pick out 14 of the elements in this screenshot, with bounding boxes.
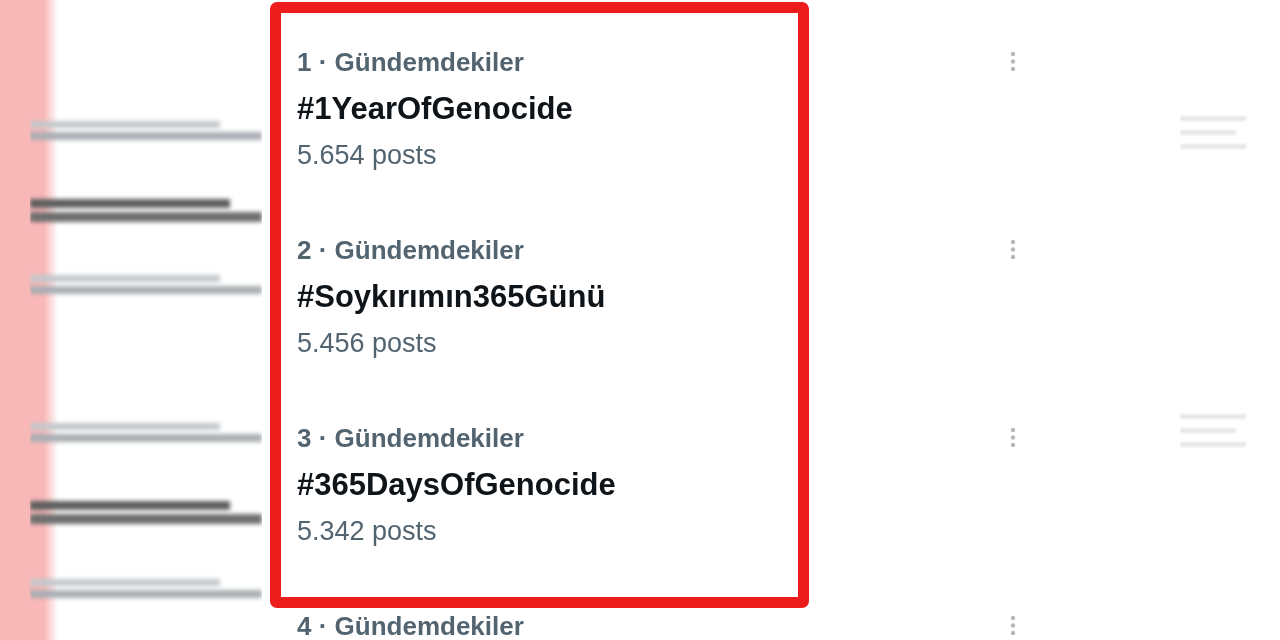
post-count: 5.654 posts — [297, 142, 437, 169]
post-count: 5.342 posts — [297, 518, 437, 545]
more-options-icon[interactable] — [1010, 239, 1016, 260]
trend-category: 2 · Gündemdekiler — [297, 236, 524, 263]
trend-hashtag[interactable]: #1YearOfGenocide — [297, 93, 573, 124]
more-options-icon[interactable] — [1010, 427, 1016, 448]
more-options-icon[interactable] — [1010, 51, 1016, 72]
trend-category: 1 · Gündemdekiler — [297, 48, 524, 75]
trend-category: 3 · Gündemdekiler — [297, 424, 524, 451]
post-count: 5.456 posts — [297, 330, 437, 357]
more-options-icon[interactable] — [1010, 615, 1016, 636]
trend-category: 4 · Gündemdekiler — [297, 612, 524, 639]
trend-hashtag[interactable]: #Soykırımın365Günü — [297, 281, 606, 312]
trend-hashtag[interactable]: #365DaysOfGenocide — [297, 469, 616, 500]
